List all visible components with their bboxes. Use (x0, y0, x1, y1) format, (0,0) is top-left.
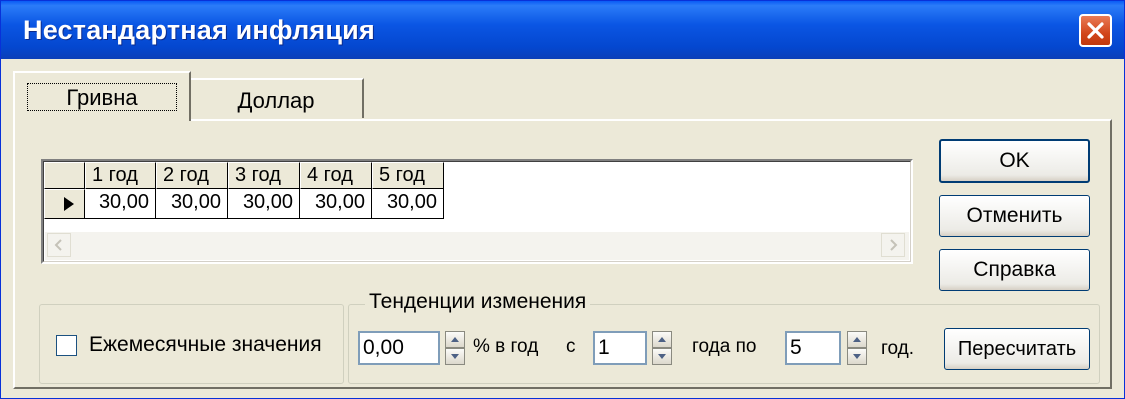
rate-suffix: % в год (473, 336, 539, 357)
grid-cell-year-4[interactable]: 30,00 (300, 189, 372, 219)
close-button[interactable] (1079, 14, 1112, 47)
rate-spinner[interactable] (445, 331, 465, 365)
trends-legend: Тенденции изменения (365, 290, 591, 314)
grid-cell-year-2[interactable]: 30,00 (156, 189, 228, 219)
recalculate-button-label: Пересчитать (957, 338, 1077, 360)
scroll-right-button[interactable] (881, 233, 905, 257)
grid-header-year-3[interactable]: 3 год (228, 162, 300, 189)
spin-up-icon (853, 337, 861, 342)
row-pointer-icon (64, 197, 74, 211)
to-suffix: год. (881, 338, 915, 359)
tab-hryvnia[interactable]: Гривна (13, 71, 191, 121)
spin-down-icon (853, 354, 861, 359)
window-title: Нестандартная инфляция (23, 15, 375, 45)
rate-input[interactable]: 0,00 (358, 331, 440, 365)
to-year-input[interactable]: 5 (785, 331, 841, 365)
dialog-window: Нестандартная инфляция Доллар Гривна 1 г… (0, 0, 1125, 399)
from-year-spinner[interactable] (652, 331, 672, 365)
cancel-button-label: Отменить (966, 204, 1063, 227)
monthly-checkbox[interactable] (56, 335, 77, 356)
close-icon (1087, 22, 1104, 39)
grid-header-year-5[interactable]: 5 год (372, 162, 444, 189)
from-label: с (566, 336, 576, 357)
grid-cell-year-5[interactable]: 30,00 (372, 189, 444, 219)
arrow-right-icon (890, 239, 898, 251)
title-bar[interactable]: Нестандартная инфляция (1, 1, 1124, 59)
tab-dollar[interactable]: Доллар (191, 78, 364, 118)
spin-down-icon (451, 354, 459, 359)
grid-frame: 1 год 2 год 3 год 4 год 5 год 30,00 30,0… (43, 161, 911, 262)
spin-down-icon (658, 354, 666, 359)
grid-corner (44, 162, 85, 189)
scroll-left-button[interactable] (47, 233, 71, 257)
from-year-input[interactable]: 1 (593, 331, 647, 365)
cancel-button[interactable]: Отменить (939, 195, 1090, 237)
to-year-spinner[interactable] (847, 331, 867, 365)
grid-header-year-2[interactable]: 2 год (156, 162, 228, 189)
grid-cell-year-1[interactable]: 30,00 (85, 189, 156, 219)
spin-up-icon (658, 337, 666, 342)
arrow-left-icon (54, 239, 62, 251)
grid-header-year-4[interactable]: 4 год (300, 162, 372, 189)
monthly-checkbox-label[interactable]: Ежемесячные значения (89, 333, 322, 357)
tab-hryvnia-label: Гривна (27, 83, 177, 111)
recalculate-button[interactable]: Пересчитать (944, 328, 1090, 370)
inflation-grid[interactable]: 1 год 2 год 3 год 4 год 5 год 30,00 30,0… (41, 159, 913, 264)
grid-row-indicator[interactable] (44, 189, 85, 219)
ok-button[interactable]: OK (939, 139, 1090, 183)
ok-button-label: OK (999, 149, 1030, 172)
to-prefix: года по (692, 336, 757, 357)
spin-up-icon (451, 337, 459, 342)
help-button[interactable]: Справка (939, 249, 1090, 291)
grid-cell-year-3[interactable]: 30,00 (228, 189, 300, 219)
tab-dollar-label: Доллар (237, 88, 315, 113)
grid-header-year-1[interactable]: 1 год (85, 162, 156, 189)
grid-horizontal-scrollbar[interactable] (45, 232, 909, 260)
help-button-label: Справка (973, 258, 1056, 281)
